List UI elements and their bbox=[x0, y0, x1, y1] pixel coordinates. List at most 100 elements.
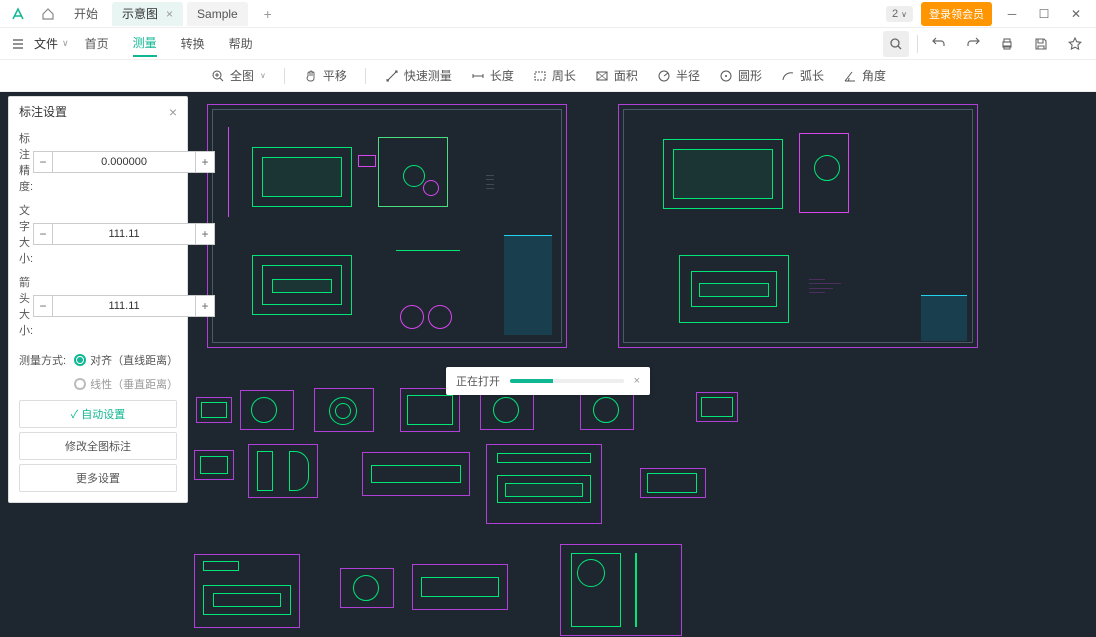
tab-label: 开始 bbox=[74, 5, 98, 22]
tool-arc[interactable]: 弧长 bbox=[780, 67, 824, 84]
arc-icon bbox=[780, 68, 796, 84]
circle-icon bbox=[718, 68, 734, 84]
maximize-icon[interactable]: ☐ bbox=[1032, 2, 1056, 26]
menu-home[interactable]: 首页 bbox=[85, 31, 109, 56]
menu-convert[interactable]: 转换 bbox=[181, 31, 205, 56]
chevron-down-icon[interactable]: ∨ bbox=[62, 38, 69, 49]
arrowsize-input[interactable] bbox=[53, 295, 195, 317]
drawing-frame bbox=[560, 544, 682, 636]
modify-all-button[interactable]: 修改全图标注 bbox=[19, 432, 177, 460]
drawing-frame bbox=[580, 390, 634, 430]
save-icon[interactable] bbox=[1028, 31, 1054, 57]
drawing-frame bbox=[412, 564, 508, 610]
textsize-label: 文字大小: bbox=[19, 202, 33, 266]
tab-sample[interactable]: Sample bbox=[187, 2, 248, 26]
app-logo-icon bbox=[6, 2, 30, 26]
tool-pan[interactable]: 平移 bbox=[303, 67, 347, 84]
precision-label: 标注精度: bbox=[19, 130, 33, 194]
drawing-frame bbox=[240, 390, 294, 430]
precision-stepper: − + bbox=[33, 151, 215, 173]
drawing-frame bbox=[194, 450, 234, 480]
close-icon[interactable]: × bbox=[169, 104, 177, 120]
area-icon bbox=[594, 68, 610, 84]
drawing-frame bbox=[248, 444, 318, 498]
tool-circle[interactable]: 圆形 bbox=[718, 67, 762, 84]
method-label: 测量方式: bbox=[19, 352, 74, 368]
star-icon[interactable] bbox=[1062, 31, 1088, 57]
version-badge[interactable]: 2 ∨ bbox=[886, 6, 913, 22]
tool-radius[interactable]: 半径 bbox=[656, 67, 700, 84]
drawing-frame bbox=[480, 390, 534, 430]
redo-icon[interactable] bbox=[960, 31, 986, 57]
tool-fit[interactable]: 全图∨ bbox=[210, 67, 266, 84]
tab-schematic[interactable]: 示意图 × bbox=[112, 2, 183, 26]
separator bbox=[284, 68, 285, 84]
textsize-input[interactable] bbox=[53, 223, 195, 245]
minimize-icon[interactable]: ─ bbox=[1000, 2, 1024, 26]
precision-input[interactable] bbox=[53, 151, 195, 173]
drawing-frame: —————————————————————— bbox=[618, 104, 978, 348]
chevron-down-icon: ∨ bbox=[260, 71, 266, 80]
separator bbox=[917, 35, 918, 53]
hand-icon bbox=[303, 68, 319, 84]
tab-label: Sample bbox=[197, 7, 238, 21]
increment-button[interactable]: + bbox=[195, 295, 215, 317]
drawing-frame bbox=[486, 444, 602, 524]
titlebar: 开始 示意图 × Sample + 2 ∨ 登录领会员 ─ ☐ ✕ bbox=[0, 0, 1096, 28]
add-tab-button[interactable]: + bbox=[256, 2, 280, 26]
drawing-frame bbox=[194, 554, 300, 628]
drawing-frame bbox=[362, 452, 470, 496]
tool-angle[interactable]: 角度 bbox=[842, 67, 886, 84]
tool-quick-measure[interactable]: 快速测量 bbox=[384, 67, 452, 84]
zoom-extents-icon bbox=[210, 68, 226, 84]
more-settings-button[interactable]: 更多设置 bbox=[19, 464, 177, 492]
radio-align[interactable] bbox=[74, 354, 86, 366]
tab-label: 示意图 bbox=[122, 5, 158, 22]
radio-align-label: 对齐（直线距离） bbox=[90, 352, 177, 368]
tool-area[interactable]: 面积 bbox=[594, 67, 638, 84]
login-button[interactable]: 登录领会员 bbox=[921, 2, 992, 26]
tool-length[interactable]: 长度 bbox=[470, 67, 514, 84]
print-icon[interactable] bbox=[994, 31, 1020, 57]
perimeter-icon bbox=[532, 68, 548, 84]
panel-title: 标注设置 bbox=[19, 103, 67, 120]
separator bbox=[365, 68, 366, 84]
tool-perimeter[interactable]: 周长 bbox=[532, 67, 576, 84]
increment-button[interactable]: + bbox=[195, 151, 215, 173]
drawing-frame bbox=[196, 397, 232, 423]
file-menu[interactable]: 文件 bbox=[34, 35, 58, 52]
tab-start[interactable]: 开始 bbox=[64, 2, 108, 26]
drawing-frame bbox=[340, 568, 394, 608]
length-icon bbox=[470, 68, 486, 84]
hamburger-icon[interactable] bbox=[8, 34, 28, 54]
drawing-frame bbox=[640, 468, 706, 498]
undo-icon[interactable] bbox=[926, 31, 952, 57]
toast-label: 正在打开 bbox=[456, 373, 500, 389]
increment-button[interactable]: + bbox=[195, 223, 215, 245]
quick-measure-icon bbox=[384, 68, 400, 84]
decrement-button[interactable]: − bbox=[33, 151, 53, 173]
arrowsize-stepper: − + bbox=[33, 295, 215, 317]
annotation-settings-panel: 标注设置 × 标注精度: − + 文字大小: − + 箭头大小: − + 测量方… bbox=[8, 96, 188, 503]
loading-toast: 正在打开 × bbox=[446, 367, 650, 395]
arrowsize-label: 箭头大小: bbox=[19, 274, 33, 338]
radio-linear[interactable] bbox=[74, 378, 86, 390]
angle-icon bbox=[842, 68, 858, 84]
measure-toolbar: 全图∨ 平移 快速测量 长度 周长 面积 半径 圆形 弧长 角度 bbox=[0, 60, 1096, 92]
menu-measure[interactable]: 测量 bbox=[133, 30, 157, 57]
textsize-stepper: − + bbox=[33, 223, 215, 245]
menubar: 文件 ∨ 首页 测量 转换 帮助 bbox=[0, 28, 1096, 60]
drawing-frame bbox=[696, 392, 738, 422]
close-icon[interactable]: × bbox=[166, 7, 173, 21]
progress-bar bbox=[510, 379, 624, 383]
decrement-button[interactable]: − bbox=[33, 223, 53, 245]
radio-linear-label: 线性（垂直距离） bbox=[90, 376, 177, 392]
radius-icon bbox=[656, 68, 672, 84]
auto-settings-button[interactable]: 自动设置 bbox=[19, 400, 177, 428]
search-icon[interactable] bbox=[883, 31, 909, 57]
decrement-button[interactable]: − bbox=[33, 295, 53, 317]
close-icon[interactable]: × bbox=[634, 375, 640, 387]
close-window-icon[interactable]: ✕ bbox=[1064, 2, 1088, 26]
home-icon[interactable] bbox=[36, 2, 60, 26]
menu-help[interactable]: 帮助 bbox=[229, 31, 253, 56]
